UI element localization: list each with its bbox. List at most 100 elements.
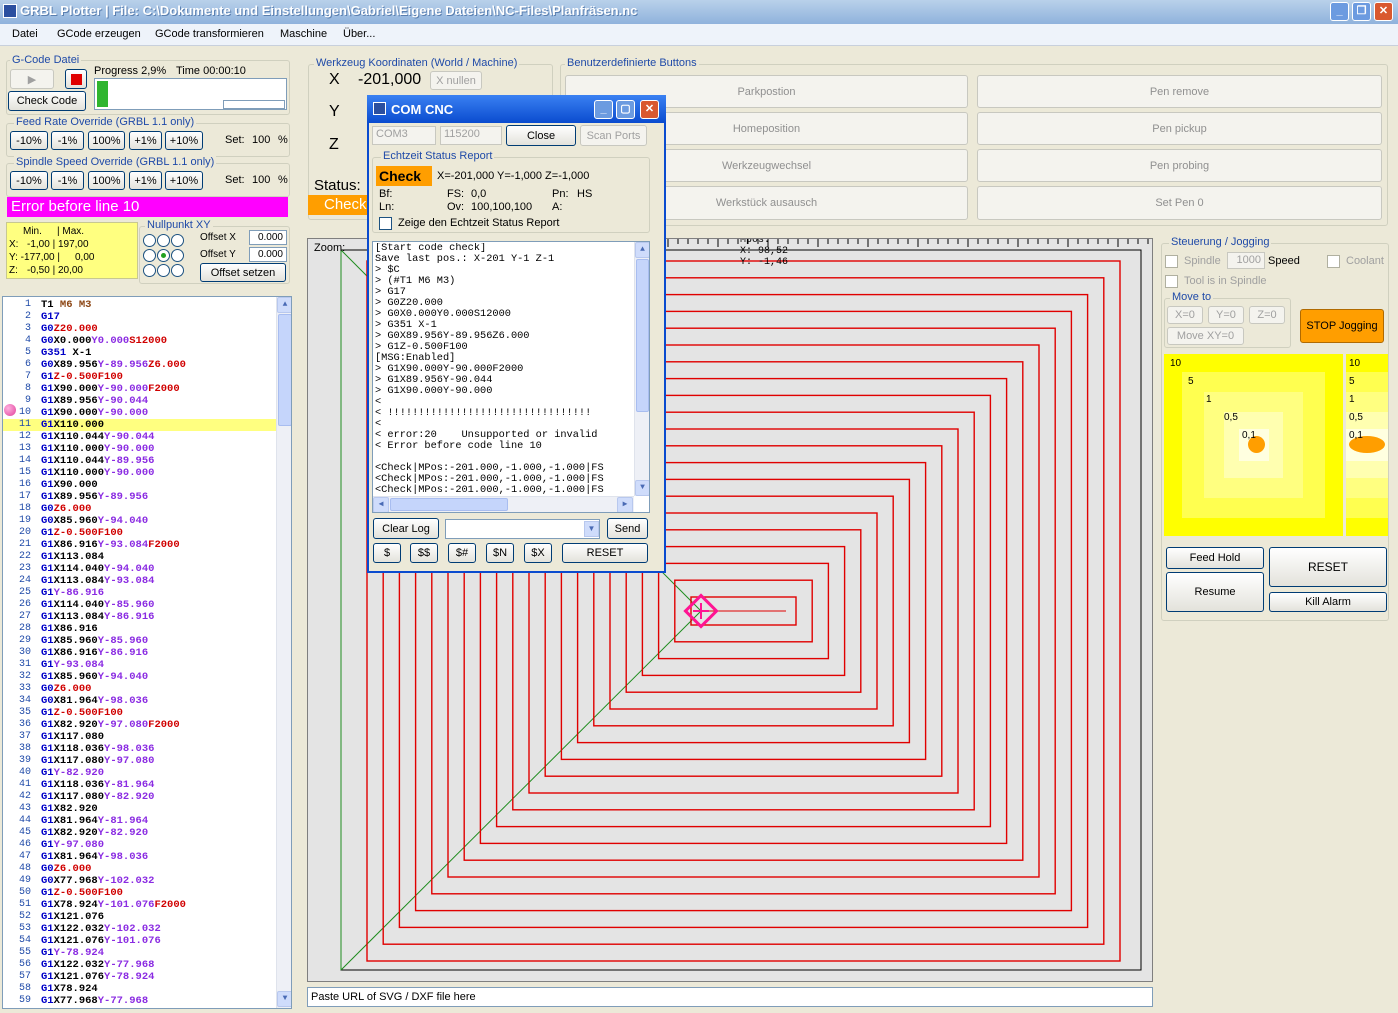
code-line[interactable]: 46 G1Y-97.080 xyxy=(3,839,278,851)
code-line[interactable]: 50 G1Z-0.500F100 xyxy=(3,887,278,899)
offset-x-field[interactable]: 0.000 xyxy=(249,230,287,245)
code-line[interactable]: 25 G1Y-86.916 xyxy=(3,587,278,599)
com-close-button[interactable]: Close xyxy=(506,125,576,146)
x-null-button[interactable]: X nullen xyxy=(430,71,482,90)
move-x0-button[interactable]: X=0 xyxy=(1167,306,1203,324)
log-scroll-down-icon[interactable]: ▼ xyxy=(635,480,649,496)
custom-pen-remove-button[interactable]: Pen remove xyxy=(977,75,1382,108)
zero-radio-bl[interactable] xyxy=(143,264,156,277)
zero-radio-center[interactable] xyxy=(157,249,170,262)
feed-plus-1-button[interactable]: +1% xyxy=(129,131,162,150)
gcode-editor[interactable]: 1 T1 M6 M3 2 G17 3 G0Z20.000 4 G0X0.000Y0.000S1… xyxy=(2,296,292,1009)
code-line[interactable]: 9 G1X89.956Y-90.044 xyxy=(3,395,278,407)
spindle-minus-1-button[interactable]: -1% xyxy=(51,171,84,190)
code-line[interactable]: 31 G1Y-93.084 xyxy=(3,659,278,671)
cmd-dollar-hash-button[interactable]: $# xyxy=(448,543,476,563)
code-line[interactable]: 43 G1X82.920 xyxy=(3,803,278,815)
code-line[interactable]: 59 G1X77.968Y-77.968 xyxy=(3,995,278,1007)
menu-maschine[interactable]: Maschine xyxy=(280,28,327,40)
code-line[interactable]: 56 G1X122.032Y-77.968 xyxy=(3,959,278,971)
zero-radio-mr[interactable] xyxy=(171,249,184,262)
code-line[interactable]: 16 G1X90.000 xyxy=(3,479,278,491)
close-icon[interactable]: ✕ xyxy=(1374,2,1393,21)
code-line[interactable]: 55 G1Y-78.924 xyxy=(3,947,278,959)
cmd-dollar-dollar-button[interactable]: $$ xyxy=(410,543,438,563)
xy-jog-pad[interactable]: 10 5 1 0,5 0,1 xyxy=(1164,354,1343,536)
minimize-icon[interactable]: _ xyxy=(1330,2,1349,21)
code-line[interactable]: 27 G1X113.084Y-86.916 xyxy=(3,611,278,623)
feed-plus-10-button[interactable]: +10% xyxy=(165,131,203,150)
zero-radio-tc[interactable] xyxy=(157,234,170,247)
clear-log-button[interactable]: Clear Log xyxy=(373,518,439,539)
code-line[interactable]: 19 G0X85.960Y-94.040 xyxy=(3,515,278,527)
code-line[interactable]: 58 G1X78.924 xyxy=(3,983,278,995)
com-log-hscroll[interactable]: ◀ ▶ xyxy=(373,496,634,512)
stop-jogging-button[interactable]: STOP Jogging xyxy=(1300,309,1384,343)
code-line[interactable]: 40 G1Y-82.920 xyxy=(3,767,278,779)
code-line[interactable]: 49 G0X77.968Y-102.032 xyxy=(3,875,278,887)
spindle-plus-1-button[interactable]: +1% xyxy=(129,171,162,190)
com-log[interactable]: [Start code check] Save last pos.: X-201… xyxy=(372,241,650,513)
code-line[interactable]: 28 G1X86.916 xyxy=(3,623,278,635)
status-report-checkbox[interactable] xyxy=(379,217,392,230)
code-line[interactable]: 18 G0Z6.000 xyxy=(3,503,278,515)
code-line[interactable]: 1 T1 M6 M3 xyxy=(3,299,278,311)
com-minimize-icon[interactable]: _ xyxy=(594,100,613,119)
scan-ports-button[interactable]: Scan Ports xyxy=(580,125,647,146)
gcode-scroll-thumb[interactable] xyxy=(278,314,291,426)
code-line[interactable]: 26 G1X114.040Y-85.960 xyxy=(3,599,278,611)
code-line[interactable]: 52 G1X121.076 xyxy=(3,911,278,923)
code-line[interactable]: 23 G1X114.040Y-94.040 xyxy=(3,563,278,575)
com-log-vscroll[interactable]: ▲ ▼ xyxy=(634,242,649,496)
code-line[interactable]: 2 G17 xyxy=(3,311,278,323)
scroll-down-icon[interactable]: ▼ xyxy=(277,991,291,1007)
check-code-button[interactable]: Check Code xyxy=(8,91,86,111)
offset-set-button[interactable]: Offset setzen xyxy=(200,263,286,282)
code-line[interactable]: 44 G1X81.964Y-81.964 xyxy=(3,815,278,827)
cmd-dollar-x-button[interactable]: $X xyxy=(524,543,552,563)
code-line[interactable]: 12 G1X110.044Y-90.044 xyxy=(3,431,278,443)
move-z0-button[interactable]: Z=0 xyxy=(1249,306,1285,324)
feed-minus-10-button[interactable]: -10% xyxy=(10,131,48,150)
code-line[interactable]: 3 G0Z20.000 xyxy=(3,323,278,335)
log-scroll-right-icon[interactable]: ▶ xyxy=(617,497,633,512)
code-line[interactable]: 53 G1X122.032Y-102.032 xyxy=(3,923,278,935)
stop-button[interactable] xyxy=(65,69,87,89)
code-line[interactable]: 7 G1Z-0.500F100 xyxy=(3,371,278,383)
move-xy0-button[interactable]: Move XY=0 xyxy=(1167,327,1244,345)
spindle-plus-10-button[interactable]: +10% xyxy=(165,171,203,190)
reset-button[interactable]: RESET xyxy=(1269,547,1387,587)
custom-pen-pickup-button[interactable]: Pen pickup xyxy=(977,112,1382,145)
custom-set-pen-0-button[interactable]: Set Pen 0 xyxy=(977,186,1382,220)
offset-y-field[interactable]: 0.000 xyxy=(249,247,287,262)
code-line[interactable]: 47 G1X81.964Y-98.036 xyxy=(3,851,278,863)
com-maximize-icon[interactable]: ▢ xyxy=(616,100,635,119)
code-line[interactable]: 11 G1X110.000 xyxy=(3,419,278,431)
zero-radio-bc[interactable] xyxy=(157,264,170,277)
code-line[interactable]: 34 G0X81.964Y-98.036 xyxy=(3,695,278,707)
spindle-speed-field[interactable]: 1000 xyxy=(1227,252,1265,269)
zero-radio-tr[interactable] xyxy=(171,234,184,247)
code-line[interactable]: 51 G1X78.924Y-101.076F2000 xyxy=(3,899,278,911)
code-line[interactable]: 57 G1X121.076Y-78.924 xyxy=(3,971,278,983)
log-scroll-up-icon[interactable]: ▲ xyxy=(635,242,649,258)
url-input[interactable]: Paste URL of SVG / DXF file here xyxy=(307,987,1153,1007)
zero-radio-tl[interactable] xyxy=(143,234,156,247)
code-line[interactable]: 45 G1X82.920Y-82.920 xyxy=(3,827,278,839)
code-line[interactable]: 33 G0Z6.000 xyxy=(3,683,278,695)
code-line[interactable]: 37 G1X117.080 xyxy=(3,731,278,743)
resume-button[interactable]: Resume xyxy=(1166,572,1264,612)
maximize-icon[interactable]: ❐ xyxy=(1352,2,1371,21)
code-line[interactable]: 41 G1X118.036Y-81.964 xyxy=(3,779,278,791)
log-hscroll-thumb[interactable] xyxy=(390,498,508,511)
code-line[interactable]: 14 G1X110.044Y-89.956 xyxy=(3,455,278,467)
code-line[interactable]: 48 G0Z6.000 xyxy=(3,863,278,875)
log-scroll-left-icon[interactable]: ◀ xyxy=(373,497,389,512)
code-line[interactable]: 22 G1X113.084 xyxy=(3,551,278,563)
tool-in-spindle-checkbox[interactable] xyxy=(1165,275,1178,288)
zero-radio-ml[interactable] xyxy=(143,249,156,262)
menu-datei[interactable]: Datei xyxy=(12,28,38,40)
com-reset-button[interactable]: RESET xyxy=(562,543,648,563)
spindle-checkbox[interactable] xyxy=(1165,255,1178,268)
menu-ueber[interactable]: Über... xyxy=(343,28,375,40)
